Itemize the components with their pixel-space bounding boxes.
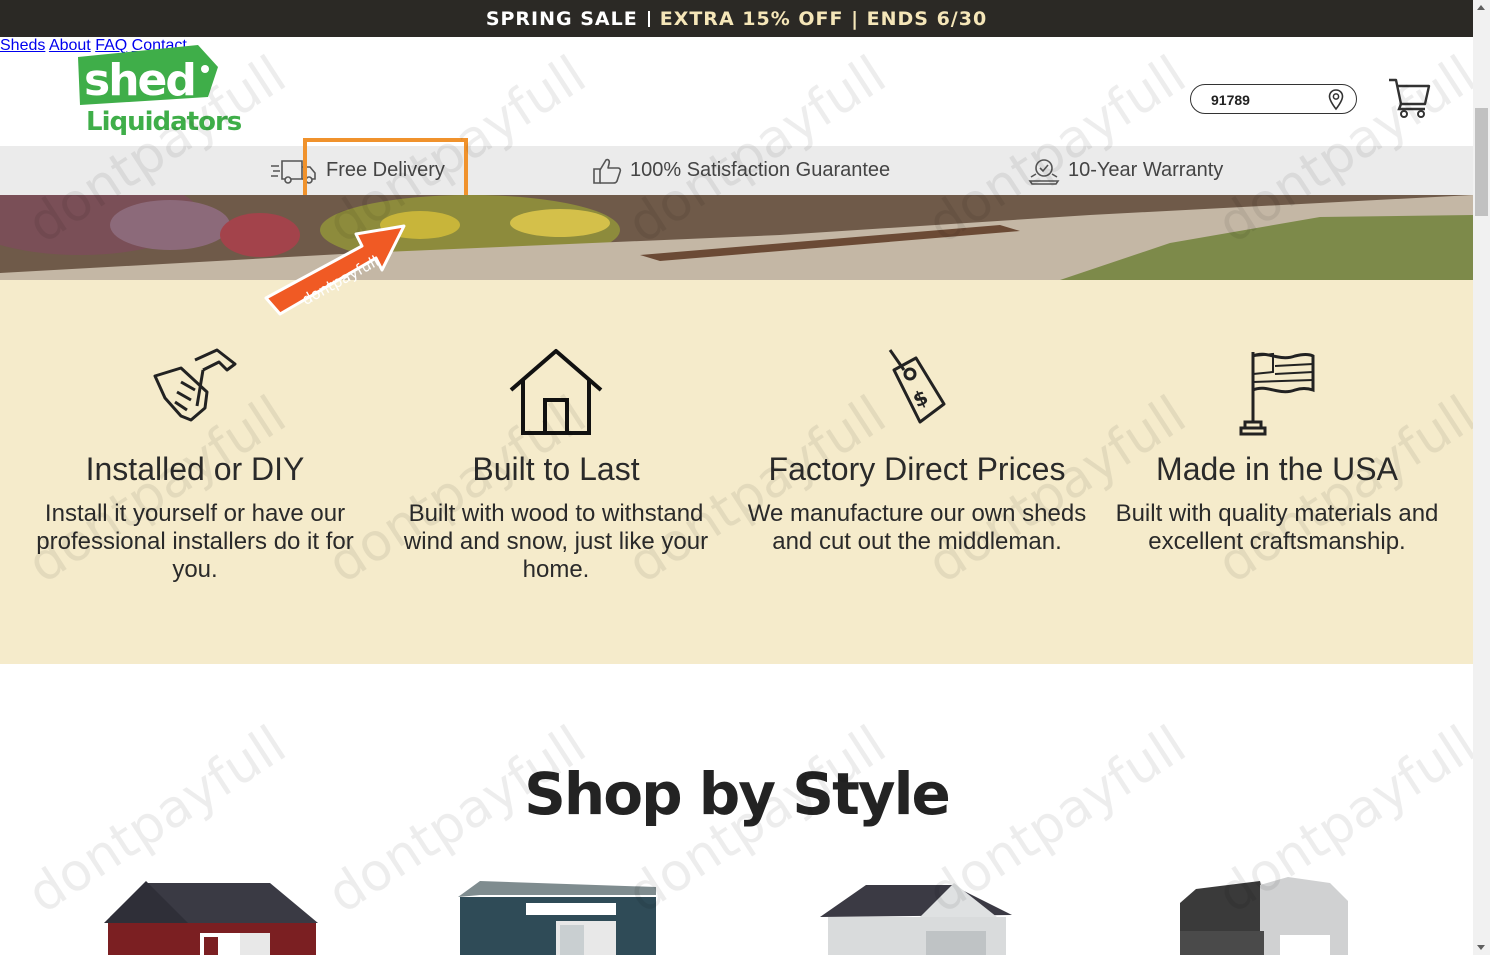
scroll-up-arrow-icon[interactable]: [1477, 5, 1485, 10]
nav-sheds[interactable]: Sheds: [0, 37, 45, 54]
shed-style-thumbnail[interactable]: [456, 875, 662, 955]
garden-photo: [0, 195, 1473, 280]
promo-banner[interactable]: SPRING SALE EXTRA 15% OFF | ENDS 6/30: [0, 0, 1473, 37]
feature-title: Factory Direct Prices: [768, 451, 1066, 487]
page: SPRING SALE EXTRA 15% OFF | ENDS 6/30 sh…: [0, 0, 1473, 955]
feature-text: Built with wood to withstand wind and sn…: [403, 500, 709, 583]
benefit-label: 10-Year Warranty: [1068, 159, 1224, 181]
promo-offer-label: EXTRA 15% OFF | ENDS 6/30: [659, 7, 988, 30]
location-pin-icon[interactable]: [1328, 89, 1344, 111]
warranty-badge-icon: [1028, 158, 1060, 185]
promo-sale-label: SPRING SALE: [485, 7, 638, 30]
scroll-down-arrow-icon[interactable]: [1477, 945, 1485, 950]
feature-title: Made in the USA: [1156, 451, 1398, 487]
thumbs-up-icon: [593, 158, 622, 184]
feature-text: We manufacture our own sheds and cut out…: [747, 500, 1087, 555]
hero-image: [0, 195, 1473, 280]
vertical-scrollbar[interactable]: [1473, 0, 1490, 955]
feature-text: Built with quality materials and excelle…: [1115, 500, 1439, 555]
hammer-hand-icon: [153, 348, 237, 422]
annotation-arrow: dontpayfull: [264, 224, 406, 316]
features-section: Installed or DIY Install it yourself or …: [0, 280, 1473, 664]
shed-style-thumbnail[interactable]: [816, 875, 1016, 955]
feature-title: Built to Last: [472, 451, 640, 487]
shed-style-thumbnail[interactable]: [1180, 875, 1350, 955]
zip-code-input[interactable]: [1211, 90, 1321, 110]
benefits-bar: Free Delivery 100% Satisfaction Guarante…: [0, 146, 1473, 195]
promo-divider: [647, 10, 650, 27]
logo-word-shed: shed: [84, 55, 195, 106]
usa-flag-icon: [1239, 352, 1315, 436]
benefit-warranty[interactable]: 10-Year Warranty: [1028, 146, 1223, 195]
site-header: shed Liquidators Sheds About FAQ Contact: [0, 37, 1473, 146]
scrollbar-thumb[interactable]: [1475, 108, 1488, 216]
house-icon: [509, 349, 603, 435]
shop-by-style-heading: Shop by Style: [524, 760, 951, 828]
feature-title: Installed or DIY: [85, 451, 305, 487]
shed-liquidators-logo[interactable]: shed Liquidators: [72, 43, 257, 135]
zip-code-field[interactable]: [1190, 84, 1357, 114]
shed-style-thumbnail[interactable]: [100, 875, 322, 955]
feature-text: Install it yourself or have our professi…: [36, 500, 354, 583]
price-tag-icon: $: [888, 349, 946, 424]
benefit-satisfaction[interactable]: 100% Satisfaction Guarantee: [592, 146, 890, 195]
shopping-cart-icon[interactable]: [1387, 76, 1431, 118]
logo-word-liquidators: Liquidators: [86, 107, 242, 135]
benefit-label: 100% Satisfaction Guarantee: [630, 159, 891, 181]
